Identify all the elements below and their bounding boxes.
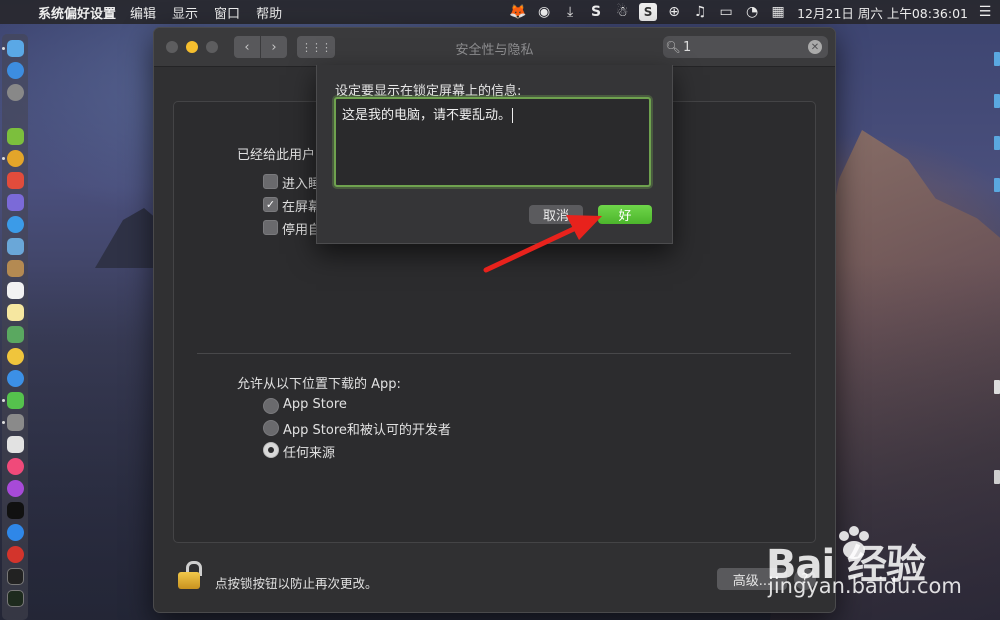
ok-button[interactable]: 好 bbox=[598, 205, 652, 224]
chrome-icon[interactable] bbox=[7, 150, 24, 167]
menu-view[interactable]: 显示 bbox=[172, 3, 198, 22]
checkbox-disable-auto-login[interactable] bbox=[263, 220, 278, 235]
lock-message-sheet: 设定要显示在锁定屏幕上的信息: 这是我的电脑，请不要乱动。 取消 好 bbox=[316, 65, 673, 244]
launchpad-icon[interactable] bbox=[7, 62, 24, 79]
rocket-icon[interactable] bbox=[7, 84, 24, 101]
menubar-clock[interactable]: 12月21日 周六 上午08:36:01 bbox=[797, 3, 968, 22]
preview-icon[interactable] bbox=[7, 238, 24, 255]
clear-search-icon[interactable]: ✕ bbox=[808, 40, 822, 54]
activity-monitor-icon[interactable] bbox=[7, 590, 24, 607]
calendar-dock-icon[interactable] bbox=[7, 282, 24, 299]
lock-hint-text: 点按锁按钮以防止再次更改。 bbox=[215, 576, 378, 591]
stickies-icon[interactable] bbox=[7, 304, 24, 321]
qq-icon[interactable]: ☃ bbox=[613, 3, 631, 21]
calendar-icon[interactable]: ▦ bbox=[769, 3, 787, 21]
desktop-file-icon[interactable] bbox=[994, 136, 1000, 150]
music-dock-icon[interactable] bbox=[7, 458, 24, 475]
divider bbox=[197, 353, 791, 354]
search-field[interactable]: 🔍︎ 1 ✕ bbox=[663, 36, 828, 58]
menu-bar: 系统偏好设置 编辑 显示 窗口 帮助 🦊 ◉ ⤓ S ☃ S ⊕ ♫ ▭ ◔ ▦… bbox=[0, 0, 1000, 24]
system-preferences-icon[interactable] bbox=[7, 414, 24, 431]
checkbox-sleep[interactable] bbox=[263, 174, 278, 189]
wechat-icon[interactable] bbox=[7, 392, 24, 409]
watermark-url: jingyan.baidu.com bbox=[768, 574, 962, 598]
title-bar: ‹ › ⋮⋮⋮ 安全性与隐私 🔍︎ 1 ✕ bbox=[154, 28, 835, 67]
radio-app-store-label: App Store bbox=[283, 397, 347, 412]
android-icon[interactable] bbox=[7, 128, 24, 145]
app-icon[interactable] bbox=[7, 194, 24, 211]
music-icon[interactable]: ♫ bbox=[691, 3, 709, 21]
radio-app-store[interactable] bbox=[263, 398, 279, 414]
keynote-icon[interactable] bbox=[7, 436, 24, 453]
radio-anywhere[interactable] bbox=[263, 442, 279, 458]
menu-edit[interactable]: 编辑 bbox=[130, 3, 156, 22]
general-heading: 已经给此用户 bbox=[237, 148, 316, 163]
tv-icon[interactable] bbox=[7, 502, 24, 519]
checkbox-show-message[interactable]: ✓ bbox=[263, 197, 278, 212]
search-input[interactable]: 1 bbox=[683, 40, 808, 55]
control-center-icon[interactable]: ☰ bbox=[976, 3, 994, 21]
desktop-file-icon[interactable] bbox=[994, 380, 1000, 394]
lock-message-textarea[interactable]: 这是我的电脑，请不要乱动。 bbox=[334, 97, 651, 187]
safari-icon[interactable] bbox=[7, 216, 24, 233]
lock-icon[interactable] bbox=[178, 561, 202, 589]
s-app-icon[interactable]: S bbox=[587, 3, 605, 21]
radio-anywhere-label: 任何来源 bbox=[283, 446, 336, 461]
sync-icon[interactable]: ◉ bbox=[535, 3, 553, 21]
menu-window[interactable]: 窗口 bbox=[214, 3, 240, 22]
gitlab-icon[interactable]: 🦊 bbox=[509, 3, 527, 21]
cancel-button[interactable]: 取消 bbox=[529, 205, 583, 224]
finder-icon[interactable] bbox=[7, 40, 24, 57]
terminal-icon[interactable] bbox=[7, 568, 24, 585]
radio-identified-developers-label: App Store和被认可的开发者 bbox=[283, 423, 451, 438]
dock bbox=[2, 34, 28, 620]
sogou-icon[interactable]: S bbox=[639, 3, 658, 21]
lock-message-text: 这是我的电脑，请不要乱动。 bbox=[342, 108, 512, 123]
podcasts-icon[interactable] bbox=[7, 480, 24, 497]
desktop-file-icon[interactable] bbox=[994, 94, 1000, 108]
desktop-file-icon[interactable] bbox=[994, 178, 1000, 192]
airplay-icon[interactable]: ▭ bbox=[717, 3, 735, 21]
text-caret bbox=[512, 108, 514, 123]
search-icon: 🔍︎ bbox=[665, 40, 681, 54]
desktop-file-icon[interactable] bbox=[994, 52, 1000, 66]
downloads-heading: 允许从以下位置下载的 App: bbox=[237, 377, 401, 392]
radio-identified-developers[interactable] bbox=[263, 420, 279, 436]
maps-icon[interactable] bbox=[7, 326, 24, 343]
vivaldi-icon[interactable] bbox=[7, 546, 24, 563]
photos-icon[interactable] bbox=[7, 348, 24, 365]
app-store-icon[interactable] bbox=[7, 524, 24, 541]
notes-icon[interactable] bbox=[7, 260, 24, 277]
globe-icon[interactable]: ⊕ bbox=[665, 3, 683, 21]
menu-help[interactable]: 帮助 bbox=[256, 3, 282, 22]
desktop-file-icon[interactable] bbox=[994, 470, 1000, 484]
download-icon[interactable]: ⤓ bbox=[561, 3, 579, 21]
app-menu[interactable]: 系统偏好设置 bbox=[38, 3, 116, 22]
status-area: 🦊 ◉ ⤓ S ☃ S ⊕ ♫ ▭ ◔ ▦ 12月21日 周六 上午08:36:… bbox=[509, 0, 994, 24]
speed-icon[interactable]: ◔ bbox=[743, 3, 761, 21]
app-icon[interactable] bbox=[7, 172, 24, 189]
messages-icon[interactable] bbox=[7, 370, 24, 387]
baidu-watermark: Bai 经验 jingyan.baidu.com bbox=[738, 510, 998, 610]
